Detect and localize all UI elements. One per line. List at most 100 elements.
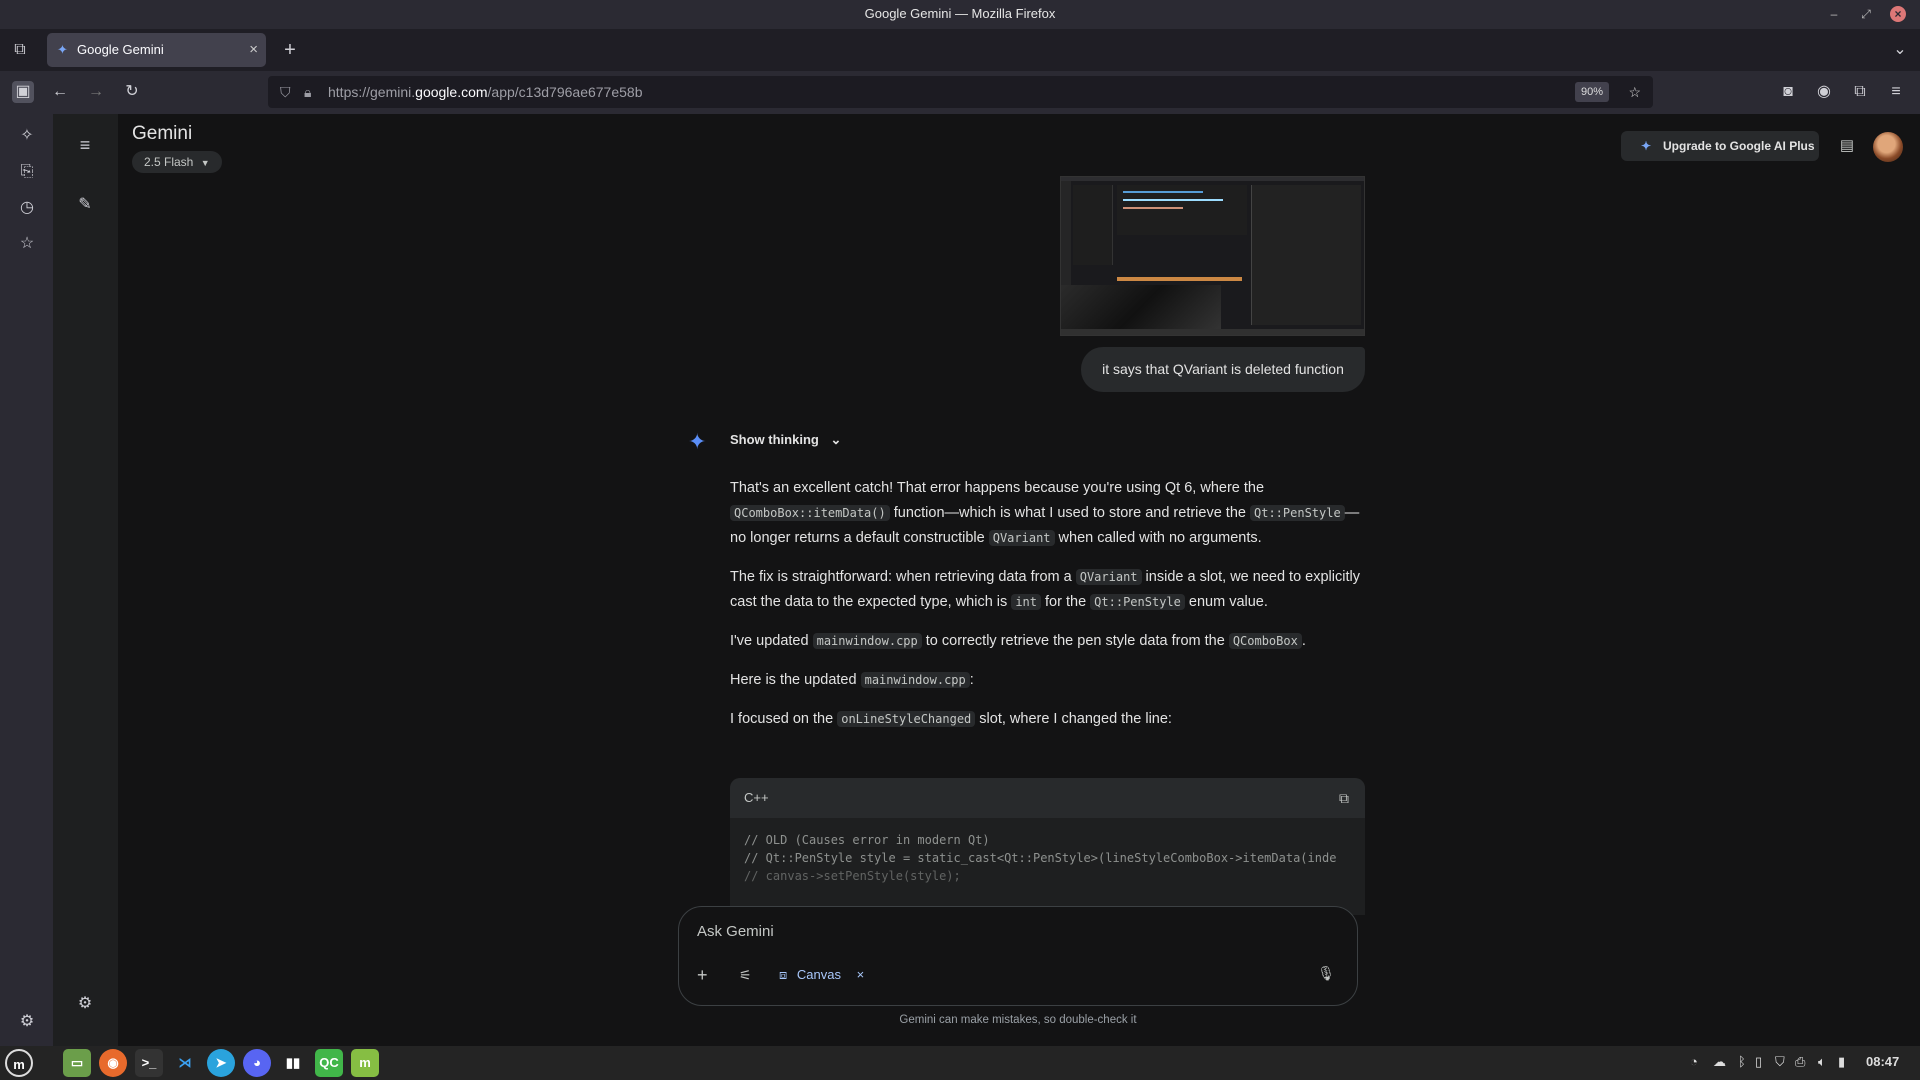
chevron-down-icon: ▼ — [200, 158, 210, 168]
synced-tabs-icon[interactable]: ⎘ — [15, 160, 39, 184]
battery-icon[interactable]: ▮ — [1838, 1054, 1845, 1070]
response-paragraph: Here is the updated mainwindow.cpp: — [730, 672, 974, 688]
inline-code: onLineStyleChanged — [837, 711, 976, 727]
reload-icon[interactable]: ↻ — [121, 81, 143, 103]
back-icon[interactable]: ← — [49, 81, 71, 103]
inline-code: Qt::PenStyle — [1250, 505, 1345, 521]
gemini-side-rail: ≡ ✎ ⚙ — [53, 114, 118, 1046]
inline-code: int — [1011, 594, 1041, 610]
code-line: // Qt::PenStyle style = static_cast<Qt::… — [744, 851, 1337, 865]
url-path: /app/c13d796ae677e58b — [487, 84, 643, 100]
copy-icon[interactable]: ⧉ — [1339, 778, 1349, 818]
gemini-star-icon: ✦ — [688, 429, 707, 454]
code-header: C++ ⧉ — [730, 778, 1365, 818]
sidebar-settings-icon[interactable]: ⚙ — [15, 1010, 39, 1034]
shield-icon[interactable]: ⛉ — [280, 76, 291, 108]
response-text: That's an excellent catch! That error ha… — [730, 476, 1370, 746]
account-icon[interactable]: ◉ — [1813, 81, 1835, 103]
gemini-favicon-icon: ✦ — [57, 42, 68, 57]
plus-icon[interactable]: + — [697, 966, 708, 984]
inline-code: mainwindow.cpp — [860, 672, 970, 688]
bookmarks-icon[interactable]: ☆ — [15, 232, 39, 256]
shield-tray-icon[interactable]: ⛉ — [1775, 1054, 1785, 1070]
close-tab-icon[interactable]: × — [249, 33, 258, 67]
attached-screenshot[interactable] — [1060, 176, 1365, 336]
pocket-icon[interactable]: ◙ — [1777, 81, 1799, 103]
mint-menu-icon[interactable]: m — [5, 1049, 33, 1077]
url-prefix: https://gemini. — [328, 84, 416, 100]
bluetooth-icon[interactable]: ᛒ — [1738, 1054, 1746, 1069]
url-bar[interactable]: ⛉ 🔒︎ https://gemini.google.com/app/c13d7… — [268, 76, 1653, 108]
mic-icon[interactable]: 🎙︎ — [1317, 965, 1335, 982]
system-monitor-icon[interactable]: ▮▮ — [279, 1049, 307, 1077]
ai-chatbot-icon[interactable]: ✧ — [15, 124, 39, 148]
code-line: // OLD (Causes error in modern Qt) — [744, 833, 990, 847]
inline-code: QComboBox — [1228, 633, 1302, 649]
mintinstall-icon[interactable]: m — [351, 1049, 379, 1077]
vscode-icon[interactable]: ⋊ — [171, 1049, 199, 1077]
clock[interactable]: 08:47 — [1866, 1054, 1899, 1069]
terminal-icon[interactable]: >_ — [135, 1049, 163, 1077]
prompt-placeholder: Ask Gemini — [697, 923, 774, 940]
volume-icon[interactable]: 🔈︎ — [1818, 1054, 1826, 1070]
response-paragraph: I've updated mainwindow.cpp to correctly… — [730, 633, 1306, 649]
sidebar-toggle-icon[interactable]: ▣ — [12, 81, 34, 103]
browser-tab[interactable]: ✦ Google Gemini × — [47, 33, 266, 67]
history-icon[interactable]: ◷ — [15, 196, 39, 220]
model-label: 2.5 Flash — [144, 155, 194, 169]
model-selector[interactable]: 2.5 Flash ▼ — [132, 151, 222, 173]
remove-canvas-icon[interactable]: × — [857, 967, 865, 982]
qtcreator-icon[interactable]: QC — [315, 1049, 343, 1077]
show-thinking-label: Show thinking — [730, 432, 819, 447]
inline-code: QComboBox::itemData() — [730, 505, 890, 521]
extensions-icon[interactable]: ⧉ — [1849, 81, 1871, 103]
new-tab-icon[interactable]: + — [279, 39, 301, 61]
canvas-chip[interactable]: ⧈ Canvas × — [779, 967, 864, 983]
discord-icon[interactable]: ◕ — [243, 1049, 271, 1077]
close-window-icon[interactable]: × — [1890, 6, 1906, 22]
settings-icon[interactable]: ⚙ — [73, 992, 97, 1016]
bookmark-star-icon[interactable]: ☆ — [1628, 76, 1641, 108]
clipboard-icon[interactable]: ▯ — [1755, 1054, 1762, 1070]
wifi-icon[interactable]: ◔ — [1690, 1054, 1698, 1069]
app-title: Gemini — [132, 123, 193, 144]
prompt-input[interactable]: Ask Gemini + ⚟ ⧈ Canvas × 🎙︎ — [678, 906, 1358, 1006]
lock-icon[interactable]: 🔒︎ — [304, 76, 311, 108]
app-menu-icon[interactable]: ≡ — [1885, 81, 1907, 103]
list-tabs-icon[interactable]: ⌄ — [1889, 39, 1911, 61]
temporary-chat-icon[interactable]: ▤ — [1836, 135, 1858, 157]
upgrade-label: Upgrade to Google AI Plus — [1663, 139, 1815, 153]
tools-icon[interactable]: ⚟ — [739, 967, 752, 984]
show-thinking-button[interactable]: Show thinking ⌄ — [730, 432, 841, 448]
user-message: it says that QVariant is deleted functio… — [1081, 347, 1365, 392]
printer-icon[interactable]: ⎙ — [1795, 1054, 1805, 1070]
chevron-down-icon: ⌄ — [830, 432, 842, 447]
code-content: // OLD (Causes error in modern Qt) // Qt:… — [730, 818, 1365, 898]
url-host: google.com — [415, 84, 488, 100]
canvas-label: Canvas — [796, 967, 841, 982]
restore-icon[interactable]: ⤢ — [1858, 6, 1874, 22]
minimize-icon[interactable]: – — [1826, 6, 1842, 22]
avatar[interactable] — [1873, 132, 1903, 162]
new-chat-icon[interactable]: ✎ — [73, 193, 97, 217]
firefox-icon[interactable]: ◉ — [99, 1049, 127, 1077]
files-icon[interactable]: ▭ — [63, 1049, 91, 1077]
forward-icon[interactable]: → — [85, 81, 107, 103]
tab-overview-icon[interactable]: ⧉ — [9, 39, 31, 61]
response-paragraph: The fix is straightforward: when retriev… — [730, 569, 1360, 610]
code-line: // canvas->setPenStyle(style); — [744, 869, 961, 883]
window-titlebar: Google Gemini — Mozilla Firefox – ⤢ × — [0, 0, 1920, 29]
zoom-level[interactable]: 90% — [1575, 82, 1609, 102]
cloud-icon[interactable]: ☁ — [1713, 1054, 1726, 1070]
inline-code: mainwindow.cpp — [812, 633, 922, 649]
taskbar: m ▭ ◉ >_ ⋊ ➤ ◕ ▮▮ QC m ◔ ☁ ᛒ ▯ ⛉ ⎙ 🔈︎ ▮ … — [0, 1046, 1920, 1080]
code-block: C++ ⧉ // OLD (Causes error in modern Qt)… — [730, 778, 1365, 915]
window-title: Google Gemini — Mozilla Firefox — [864, 6, 1056, 21]
sparkle-icon: ✦ — [1641, 139, 1652, 153]
upgrade-button[interactable]: ✦ Upgrade to Google AI Plus — [1621, 131, 1819, 161]
navigation-bar: ▣ ← → ↻ ⛉ 🔒︎ https://gemini.google.com/a… — [0, 71, 1920, 114]
telegram-icon[interactable]: ➤ — [207, 1049, 235, 1077]
inline-code: Qt::PenStyle — [1090, 594, 1185, 610]
firefox-sidebar: ✧ ⎘ ◷ ☆ ⚙ — [0, 114, 53, 1046]
menu-icon[interactable]: ≡ — [73, 133, 97, 157]
